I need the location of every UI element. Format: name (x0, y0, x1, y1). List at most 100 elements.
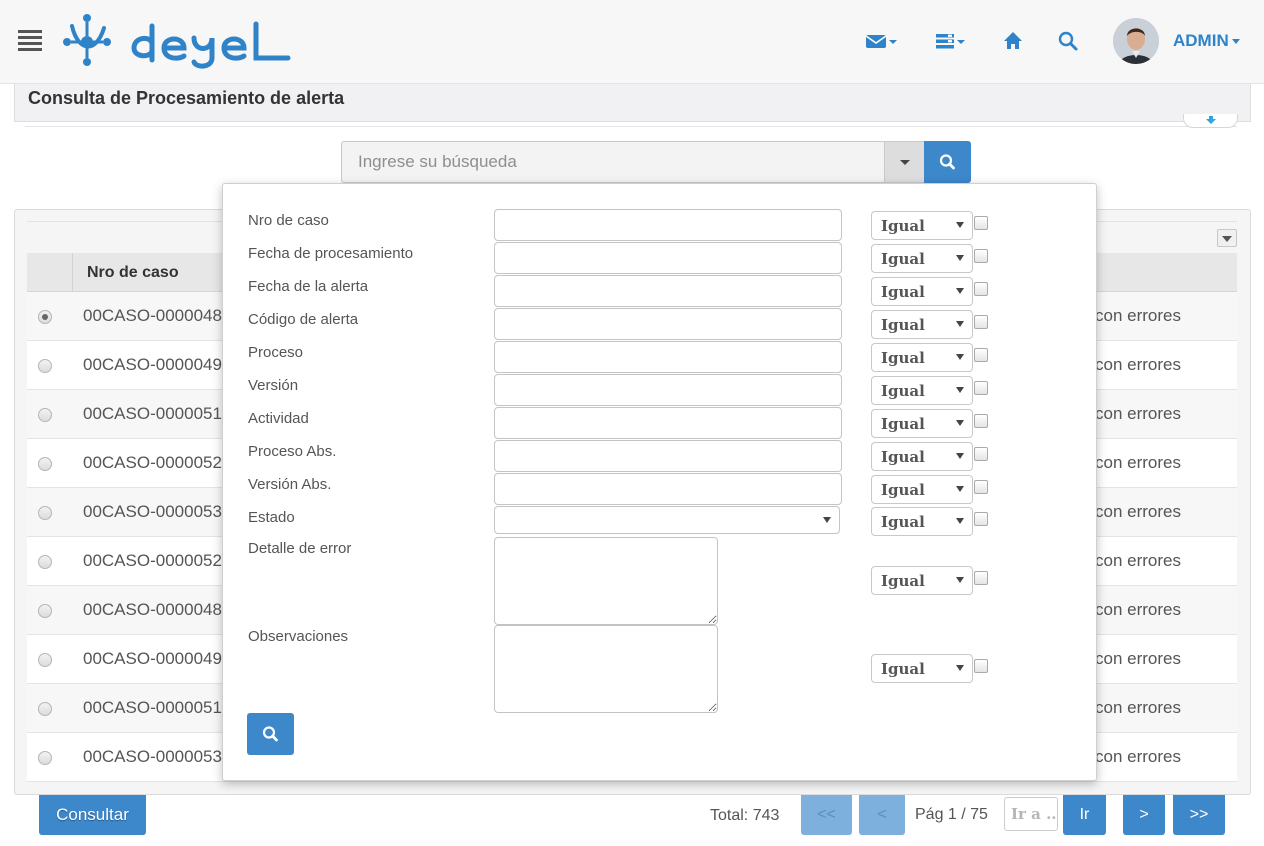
caret-down-icon (956, 453, 964, 459)
filter-operator-proceso[interactable]: Igual (871, 343, 973, 372)
filter-checkbox-version-abs[interactable] (974, 480, 988, 494)
search-button[interactable] (924, 141, 971, 183)
caret-down-icon (956, 222, 964, 228)
filter-input-actividad[interactable] (494, 407, 842, 439)
filter-operator-nro-caso[interactable]: Igual (871, 211, 973, 240)
user-menu[interactable]: ADMIN (1173, 31, 1240, 51)
filter-label-observaciones: Observaciones (248, 628, 349, 645)
filter-label-estado: Estado (248, 509, 295, 526)
row-radio[interactable] (38, 555, 52, 569)
last-page-button[interactable]: >> (1173, 795, 1225, 835)
caret-down-icon (956, 288, 964, 294)
arrow-down-icon (1206, 116, 1216, 124)
filter-label-codigo-alerta: Código de alerta (248, 311, 359, 328)
search-bar (341, 141, 971, 183)
row-radio[interactable] (38, 408, 52, 422)
caret-down-icon (956, 420, 964, 426)
filter-label-actividad: Actividad (248, 410, 309, 427)
caret-down-icon (823, 517, 831, 523)
filter-checkbox-fecha-alerta[interactable] (974, 282, 988, 296)
first-page-button[interactable]: << (801, 795, 852, 835)
caret-down-icon (956, 518, 964, 524)
operator-value: Igual (881, 349, 925, 367)
row-radio[interactable] (38, 604, 52, 618)
filter-input-proceso[interactable] (494, 341, 842, 373)
filter-checkbox-fecha-procesamiento[interactable] (974, 249, 988, 263)
filter-checkbox-observaciones[interactable] (974, 659, 988, 673)
column-header-nro-caso[interactable]: Nro de caso (87, 264, 179, 282)
filter-operator-actividad[interactable]: Igual (871, 409, 973, 438)
filter-textarea-observaciones[interactable] (494, 625, 718, 713)
filter-search-button[interactable] (247, 713, 294, 755)
filter-select-estado[interactable] (494, 506, 840, 534)
row-radio[interactable] (38, 359, 52, 373)
filter-operator-detalle-error[interactable]: Igual (871, 566, 973, 595)
filter-operator-version-abs[interactable]: Igual (871, 475, 973, 504)
filter-input-version-abs[interactable] (494, 473, 842, 505)
filter-checkbox-proceso-abs[interactable] (974, 447, 988, 461)
row-radio[interactable] (38, 457, 52, 471)
cell-nro-caso: 00CASO-0000052 (83, 453, 222, 472)
filter-checkbox-codigo-alerta[interactable] (974, 315, 988, 329)
filter-checkbox-estado[interactable] (974, 512, 988, 526)
avatar[interactable] (1113, 18, 1159, 64)
row-radio[interactable] (38, 506, 52, 520)
menu-icon[interactable] (18, 30, 42, 52)
cell-nro-caso: 00CASO-0000053 (83, 502, 222, 521)
filter-operator-proceso-abs[interactable]: Igual (871, 442, 973, 471)
filter-textarea-detalle-error[interactable] (494, 537, 718, 625)
cell-nro-caso: 00CASO-0000053 (83, 747, 222, 766)
top-header: ADMIN (0, 0, 1264, 84)
search-input[interactable] (341, 141, 885, 183)
goto-page-input[interactable] (1004, 797, 1058, 831)
filter-input-proceso-abs[interactable] (494, 440, 842, 472)
total-count: Total: 743 (710, 807, 780, 824)
caret-down-icon (956, 354, 964, 360)
grid-options-button[interactable] (1217, 229, 1237, 247)
filter-input-fecha-alerta[interactable] (494, 275, 842, 307)
row-radio[interactable] (38, 702, 52, 716)
row-radio[interactable] (38, 751, 52, 765)
filter-checkbox-version[interactable] (974, 381, 988, 395)
cell-estado: con errores (1095, 502, 1181, 521)
filter-checkbox-actividad[interactable] (974, 414, 988, 428)
caret-down-icon (956, 577, 964, 583)
filter-checkbox-nro-caso[interactable] (974, 216, 988, 230)
filter-operator-version[interactable]: Igual (871, 376, 973, 405)
operator-value: Igual (881, 283, 925, 301)
filter-checkbox-proceso[interactable] (974, 348, 988, 362)
operator-value: Igual (881, 660, 925, 678)
row-radio[interactable] (38, 310, 52, 324)
tasks-icon[interactable] (934, 28, 968, 54)
prev-page-button[interactable]: < (859, 795, 905, 835)
deyel-logo[interactable] (60, 12, 295, 70)
filter-operator-fecha-alerta[interactable]: Igual (871, 277, 973, 306)
filter-input-fecha-procesamiento[interactable] (494, 242, 842, 274)
operator-value: Igual (881, 316, 925, 334)
collapse-toggle[interactable] (1183, 114, 1238, 128)
filter-label-detalle-error: Detalle de error (248, 540, 352, 557)
filter-operator-fecha-procesamiento[interactable]: Igual (871, 244, 973, 273)
cell-estado: con errores (1095, 453, 1181, 472)
mail-icon[interactable] (864, 28, 898, 54)
go-page-button[interactable]: Ir (1063, 795, 1106, 835)
filter-label-version-abs: Versión Abs. (248, 476, 332, 493)
filter-input-nro-caso[interactable] (494, 209, 842, 241)
row-radio[interactable] (38, 653, 52, 667)
filter-input-codigo-alerta[interactable] (494, 308, 842, 340)
page-title-bar: Consulta de Procesamiento de alerta (14, 84, 1251, 122)
home-icon[interactable] (1002, 28, 1026, 54)
advanced-filter-panel: Nro de caso Igual Fecha de procesamiento… (222, 183, 1097, 781)
search-icon[interactable] (1057, 28, 1081, 54)
filter-checkbox-detalle-error[interactable] (974, 571, 988, 585)
consultar-button[interactable]: Consultar (39, 795, 146, 835)
advanced-search-toggle[interactable] (884, 141, 925, 183)
filter-label-proceso: Proceso (248, 344, 304, 361)
next-page-button[interactable]: > (1123, 795, 1165, 835)
filter-input-version[interactable] (494, 374, 842, 406)
filter-operator-codigo-alerta[interactable]: Igual (871, 310, 973, 339)
filter-operator-observaciones[interactable]: Igual (871, 654, 973, 683)
user-name: ADMIN (1173, 31, 1229, 50)
caret-down-icon (956, 321, 964, 327)
filter-operator-estado[interactable]: Igual (871, 507, 973, 536)
